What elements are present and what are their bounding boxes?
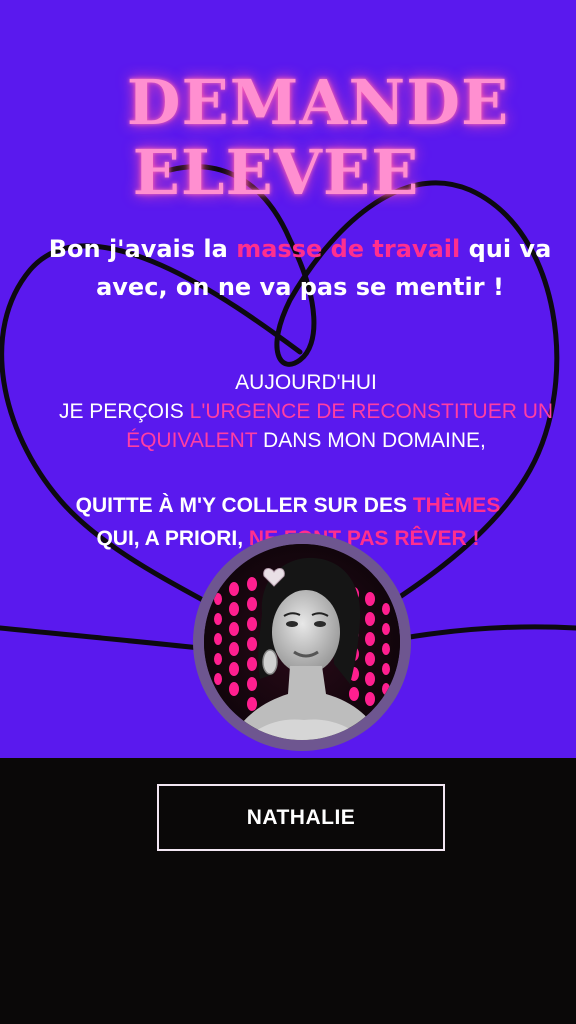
- story-page: DEMANDE ELEVEE Bon j'avais la masse de t…: [0, 0, 576, 1024]
- paragraph-1: AUJOURD'HUI JE PERÇOIS L'URGENCE DE RECO…: [0, 368, 576, 455]
- quote-part-1: Bon j'avais la: [48, 235, 237, 263]
- paragraph-2-prefix: QUITTE À M'Y COLLER SUR DES: [75, 494, 413, 517]
- avatar: [193, 533, 411, 751]
- headline-line-2: ELEVEE: [132, 136, 420, 209]
- quote-highlight: masse de travail: [236, 235, 461, 263]
- paragraph-1-suffix: DANS MON DOMAINE,: [257, 429, 486, 452]
- paragraph-1-prefix: JE PERÇOIS: [58, 400, 190, 423]
- headline-line-1: DEMANDE: [126, 66, 510, 139]
- paragraph-2-middle: QUI, A PRIORI,: [96, 527, 249, 550]
- portrait-photo-icon: [204, 544, 400, 740]
- avatar-photo: [204, 544, 400, 740]
- paragraph-2-highlight-1: THÈMES: [412, 494, 501, 517]
- purple-panel: DEMANDE ELEVEE Bon j'avais la masse de t…: [0, 0, 576, 758]
- paragraph-1-line-1: AUJOURD'HUI: [235, 371, 377, 394]
- quote-text: Bon j'avais la masse de travail qui va a…: [40, 230, 560, 306]
- name-button[interactable]: NATHALIE: [157, 784, 445, 851]
